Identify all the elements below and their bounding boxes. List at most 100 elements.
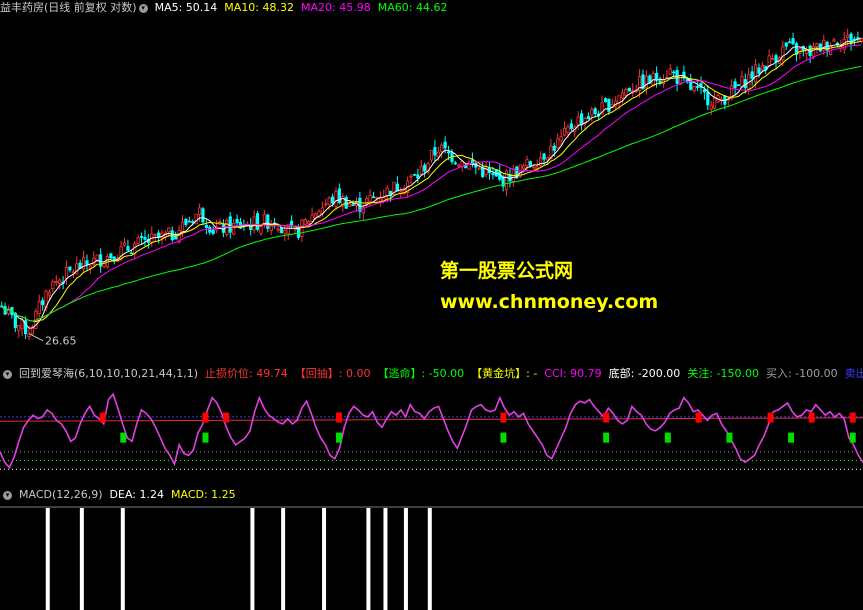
candle-body: [187, 220, 191, 223]
candle-body: [228, 216, 232, 233]
candle-body: [556, 138, 560, 149]
green-signal: [500, 432, 507, 443]
candle-body: [255, 213, 260, 230]
candle-body: [668, 68, 672, 75]
candle-body: [740, 76, 744, 88]
candle-body: [675, 70, 679, 84]
candle-body: [136, 237, 140, 244]
main-legend: 益丰药房(日线 前复权 对数) ▾ MA5: 50.14 MA10: 48.32 MA2…: [0, 0, 461, 16]
candle-body: [460, 161, 464, 167]
candle-body: [211, 229, 215, 234]
red-signal: [500, 412, 507, 423]
candle-body: [491, 173, 495, 175]
candle-body: [528, 161, 533, 167]
candle-body: [167, 227, 171, 233]
candle-body: [348, 203, 352, 207]
candle-body: [395, 183, 399, 192]
candle-body: [559, 136, 563, 142]
candle-body: [368, 195, 372, 202]
candle-body: [423, 164, 427, 172]
candle-body: [54, 281, 58, 283]
indicator-legend: ▾ 回到爱琴海(6,10,10,10,21,44,1,1) 止损价位: 49.74 【…: [0, 366, 863, 382]
candle-body: [252, 216, 256, 231]
macd-bar: [120, 508, 125, 610]
low-price-label: 26.65: [45, 335, 77, 348]
candle-body: [283, 230, 287, 234]
candle-body: [733, 81, 737, 89]
candle-body: [337, 188, 341, 204]
candle-body: [429, 150, 434, 161]
indicator-legend-item-2: 【回抽】: 0.00: [294, 367, 371, 380]
candle-body: [627, 87, 631, 92]
candle-body: [753, 64, 758, 83]
candle-body: [542, 153, 546, 160]
candle-body: [276, 228, 280, 231]
candle-body: [204, 224, 208, 229]
candle-body: [194, 213, 198, 225]
candle-body: [692, 85, 696, 92]
candle-body: [774, 55, 778, 63]
indicator-legend-item-7: 关注: -150.00: [687, 367, 759, 380]
stoploss-line: [0, 417, 863, 422]
ma-legend-items: MA5: 50.14 MA10: 48.32 MA20: 45.98 MA60: 44…: [155, 1, 455, 14]
macd-legend-items: MACD(12,26,9) DEA: 1.24 MACD: 1.25: [19, 488, 243, 501]
candle-body: [419, 166, 423, 175]
candle-body: [324, 203, 328, 206]
candle-body: [153, 233, 157, 236]
candle-body: [440, 144, 444, 153]
red-signal: [849, 412, 856, 423]
candle-body: [303, 219, 307, 225]
candle-body: [603, 98, 608, 103]
candle-body: [92, 257, 96, 266]
candle-body: [453, 162, 457, 165]
green-signal: [788, 432, 795, 443]
green-signal: [336, 432, 343, 443]
candle-body: [68, 266, 72, 271]
candle-body: [784, 42, 788, 47]
candle-body: [51, 281, 55, 290]
candle-body: [552, 145, 556, 151]
candle-body: [180, 221, 185, 233]
indicator-legend-item-3: 【逃命】: -50.00: [377, 367, 465, 380]
candle-body: [702, 89, 706, 93]
stock-title: 益丰药房(日线 前复权 对数): [0, 1, 137, 14]
candle-body: [259, 225, 263, 234]
settings-circle-icon[interactable]: ▾: [138, 3, 148, 13]
candle-body: [562, 128, 567, 136]
candle-body: [545, 157, 550, 161]
candle-body: [576, 116, 580, 125]
candle-body: [655, 72, 659, 81]
macd-bar: [250, 508, 255, 610]
candle-body: [300, 219, 304, 238]
collapse-circle-icon-2[interactable]: ▾: [3, 490, 12, 500]
macd-bar: [427, 508, 432, 610]
ma-legend-item-0: MA5: 50.14: [154, 1, 218, 14]
cci-chart: [0, 392, 863, 470]
candle-body: [351, 204, 355, 206]
candle-body: [706, 91, 710, 106]
candle-body: [713, 97, 717, 109]
candle-body: [525, 159, 529, 166]
candle-body: [522, 165, 526, 169]
ma-legend-item-2: MA20: 45.98: [301, 1, 371, 14]
red-signal: [336, 412, 343, 423]
macd-chart: [0, 506, 863, 610]
candle-body: [736, 84, 741, 87]
candle-body: [767, 55, 771, 67]
watermark-title: 第一股票公式网: [440, 260, 574, 282]
macd-bar: [281, 508, 286, 610]
candle-body: [279, 227, 284, 234]
candle-body: [330, 196, 335, 204]
candle-body: [109, 253, 113, 259]
candle-body: [446, 151, 451, 154]
macd-bar: [79, 508, 84, 610]
candle-body: [334, 190, 338, 207]
indicator-legend-item-1: 止损价位: 49.74: [205, 367, 288, 380]
candle-body: [846, 34, 850, 38]
collapse-circle-icon[interactable]: ▾: [3, 369, 12, 379]
candle-body: [310, 214, 314, 222]
indicator-legend-item-9: 卖出: [844, 367, 863, 380]
candle-body: [624, 89, 628, 96]
green-signal: [603, 432, 610, 443]
macd-legend: ▾ MACD(12,26,9) DEA: 1.24 MACD: 1.25: [0, 487, 250, 503]
